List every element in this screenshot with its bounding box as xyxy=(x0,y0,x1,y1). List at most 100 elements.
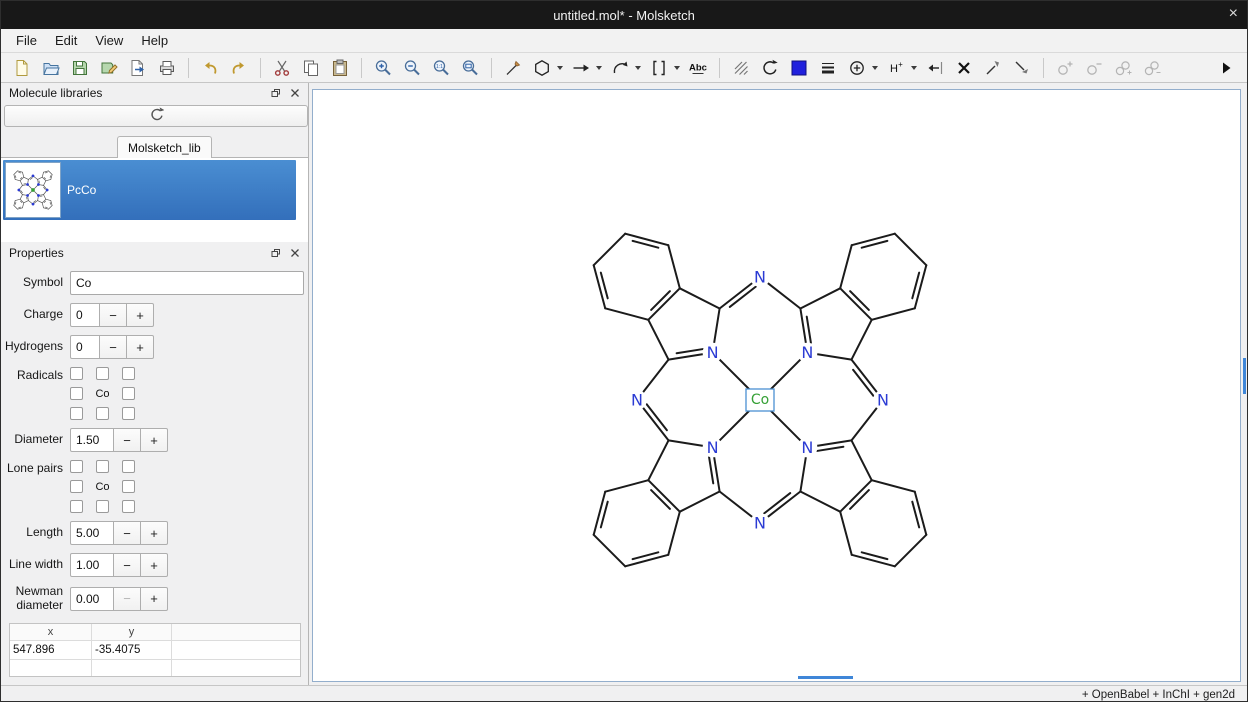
zoom-fit-button[interactable] xyxy=(457,55,483,81)
float-dock-icon[interactable] xyxy=(269,86,283,100)
save-button[interactable] xyxy=(67,55,93,81)
bond[interactable] xyxy=(872,480,915,492)
symbol-input[interactable] xyxy=(70,271,304,295)
bond[interactable] xyxy=(840,512,852,555)
lone-pair-checkbox[interactable] xyxy=(96,460,109,473)
radical-checkbox[interactable] xyxy=(96,407,109,420)
bond[interactable] xyxy=(915,492,927,535)
bond[interactable] xyxy=(648,288,680,320)
charge-tool-dropdown[interactable] xyxy=(870,55,880,81)
charge-tool-button[interactable] xyxy=(844,55,870,81)
library-list[interactable]: PcCo xyxy=(1,158,308,242)
newman-increment-button[interactable]: + xyxy=(141,587,168,611)
bond[interactable] xyxy=(648,480,680,512)
lone-pair-checkbox[interactable] xyxy=(70,480,83,493)
menu-view[interactable]: View xyxy=(86,30,132,51)
draw-button[interactable] xyxy=(500,55,526,81)
ring-button[interactable] xyxy=(529,55,555,81)
bond[interactable] xyxy=(800,288,840,308)
horizontal-scrollbar-thumb[interactable] xyxy=(798,676,853,679)
bond[interactable] xyxy=(852,234,895,246)
wedge-up-button[interactable] xyxy=(980,55,1006,81)
bond[interactable] xyxy=(648,320,668,360)
bond[interactable] xyxy=(668,512,680,555)
bond[interactable] xyxy=(817,447,843,451)
print-button[interactable] xyxy=(154,55,180,81)
menu-edit[interactable]: Edit xyxy=(46,30,86,51)
bond[interactable] xyxy=(852,555,895,567)
toolbar-expand-button[interactable] xyxy=(1213,55,1239,81)
lasso-button[interactable] xyxy=(728,55,754,81)
delete-tool-button[interactable] xyxy=(951,55,977,81)
new-document-button[interactable] xyxy=(9,55,35,81)
undo-button[interactable] xyxy=(197,55,223,81)
bond[interactable] xyxy=(668,245,680,288)
bond[interactable] xyxy=(594,234,626,266)
coordinate-cell[interactable]: 547.896 xyxy=(10,641,92,660)
mechanism-arrow-dropdown[interactable] xyxy=(633,55,643,81)
bracket-dropdown[interactable] xyxy=(672,55,682,81)
flip-tool-button[interactable] xyxy=(922,55,948,81)
bond[interactable] xyxy=(915,265,927,308)
diameter-increment-button[interactable]: + xyxy=(141,428,168,452)
bond[interactable] xyxy=(840,245,852,288)
molecule-drawing[interactable]: NNNNNNNNCo xyxy=(313,90,1240,681)
bond[interactable] xyxy=(852,320,872,360)
bond[interactable] xyxy=(709,457,713,483)
diameter-decrement-button[interactable]: − xyxy=(114,428,141,452)
vertical-scrollbar-thumb[interactable] xyxy=(1243,358,1246,394)
atom-label-n[interactable]: N xyxy=(754,514,766,533)
library-item-pcco[interactable]: PcCo xyxy=(3,160,296,220)
atom-label-n[interactable]: N xyxy=(801,343,813,362)
atom-label-n[interactable]: N xyxy=(707,438,719,457)
radical-checkbox[interactable] xyxy=(122,367,135,380)
atom-label-n[interactable]: N xyxy=(754,268,766,287)
mechanism-arrow-button[interactable] xyxy=(607,55,633,81)
paste-button[interactable] xyxy=(327,55,353,81)
bond[interactable] xyxy=(895,535,927,567)
redo-button[interactable] xyxy=(226,55,252,81)
bond[interactable] xyxy=(594,535,626,567)
bond[interactable] xyxy=(895,234,927,266)
close-dock-icon[interactable] xyxy=(288,246,302,260)
radical-checkbox[interactable] xyxy=(70,407,83,420)
atom-label-co[interactable]: Co xyxy=(751,392,769,408)
bond[interactable] xyxy=(677,349,703,353)
bond[interactable] xyxy=(680,288,720,308)
hydrogens-decrement-button[interactable]: − xyxy=(100,335,127,359)
radical-checkbox[interactable] xyxy=(70,387,83,400)
line-width-value[interactable]: 1.00 xyxy=(70,553,114,577)
coordinate-cell[interactable] xyxy=(172,641,300,660)
atom-label-n[interactable]: N xyxy=(707,343,719,362)
bond[interactable] xyxy=(872,308,915,320)
wedge-down-button[interactable] xyxy=(1009,55,1035,81)
coordinates-table[interactable]: xy547.896-35.4075 xyxy=(9,623,301,677)
bond[interactable] xyxy=(625,555,668,567)
float-dock-icon[interactable] xyxy=(269,246,283,260)
open-file-button[interactable] xyxy=(38,55,64,81)
lone-pair-checkbox[interactable] xyxy=(122,500,135,513)
bond[interactable] xyxy=(594,492,606,535)
charge-decrement-button[interactable]: − xyxy=(100,303,127,327)
tab-molsketch-lib[interactable]: Molsketch_lib xyxy=(117,136,212,158)
text-tool-button[interactable]: Abc xyxy=(685,55,711,81)
diameter-value[interactable]: 1.50 xyxy=(70,428,114,452)
bond[interactable] xyxy=(605,480,648,492)
bond[interactable] xyxy=(852,440,872,480)
close-window-button[interactable]: × xyxy=(1229,5,1238,23)
line-width-button[interactable] xyxy=(815,55,841,81)
bond[interactable] xyxy=(605,308,648,320)
lone-pair-checkbox[interactable] xyxy=(70,460,83,473)
bracket-button[interactable] xyxy=(646,55,672,81)
hydrogen-tool-dropdown[interactable] xyxy=(909,55,919,81)
zoom-original-button[interactable]: 1:1 xyxy=(428,55,454,81)
save-as-button[interactable] xyxy=(96,55,122,81)
bond[interactable] xyxy=(840,480,872,512)
refresh-library-button[interactable] xyxy=(4,105,308,127)
copy-button[interactable] xyxy=(298,55,324,81)
bond[interactable] xyxy=(625,234,668,246)
bond[interactable] xyxy=(840,288,872,320)
drawing-canvas[interactable]: NNNNNNNNCo xyxy=(312,89,1241,682)
length-increment-button[interactable]: + xyxy=(141,521,168,545)
charge-value[interactable]: 0 xyxy=(70,303,100,327)
